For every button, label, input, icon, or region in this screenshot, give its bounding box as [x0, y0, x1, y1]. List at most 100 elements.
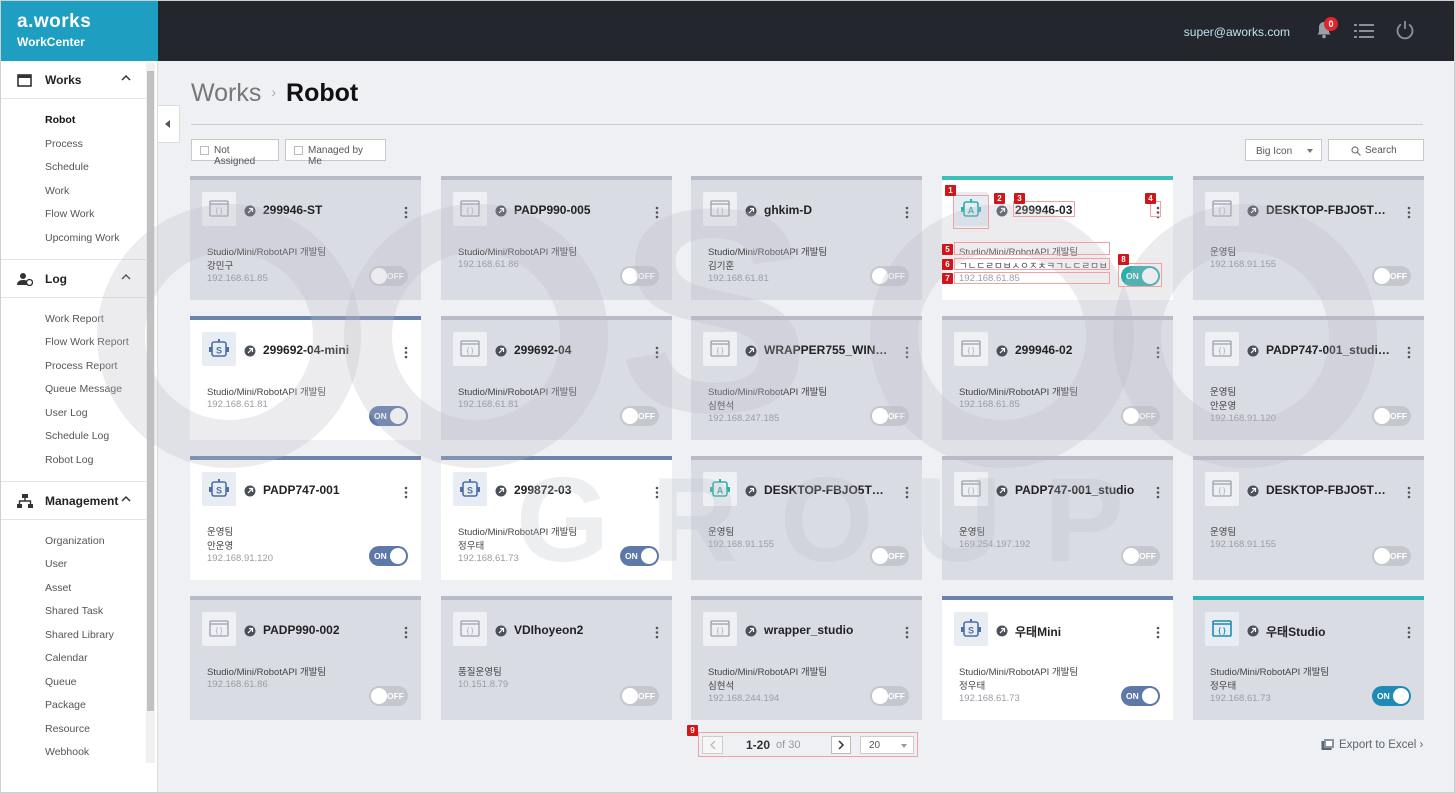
- sidebar-item-flow-work[interactable]: Flow Work: [45, 208, 94, 220]
- robot-card[interactable]: { } PADP747-001_studio2 운영팀 안운영 192.168.91.1…: [1193, 316, 1424, 440]
- sidebar-item-shared-library[interactable]: Shared Library: [45, 629, 114, 641]
- robot-power-toggle[interactable]: OFF: [870, 686, 909, 706]
- sidebar-item-flow-work-report[interactable]: Flow Work Report: [45, 336, 129, 348]
- sidebar-item-queue-message[interactable]: Queue Message: [45, 383, 122, 395]
- more-menu-icon[interactable]: [655, 206, 659, 219]
- robot-card[interactable]: A DESKTOP-FBJO5T9_... 운영팀 192.168.91.155 OFF: [691, 456, 922, 580]
- robot-power-toggle[interactable]: ON: [1121, 686, 1160, 706]
- robot-name[interactable]: 299692-04: [514, 343, 639, 357]
- sidebar-section-management[interactable]: Management: [1, 482, 146, 520]
- robot-name[interactable]: WRAPPER755_WIN1...: [764, 343, 889, 357]
- next-page-button[interactable]: [831, 736, 851, 754]
- robot-name[interactable]: DESKTOP-FBJO5T9s...: [1266, 203, 1391, 217]
- more-menu-icon[interactable]: [404, 486, 408, 499]
- robot-card[interactable]: { } DESKTOP-FBJO5T9s... 운영팀 192.168.91.155 O…: [1193, 456, 1424, 580]
- robot-power-toggle[interactable]: OFF: [870, 266, 909, 286]
- robot-card[interactable]: { } WRAPPER755_WIN1... Studio/Mini/RobotAP…: [691, 316, 922, 440]
- prev-page-button[interactable]: [702, 736, 723, 754]
- robot-card[interactable]: { } wrapper_studio Studio/Mini/RobotAPI 개발…: [691, 596, 922, 720]
- robot-power-toggle[interactable]: OFF: [1372, 546, 1411, 566]
- robot-name[interactable]: 우태Mini: [1015, 623, 1140, 640]
- sidebar-item-work-report[interactable]: Work Report: [45, 313, 104, 325]
- robot-card[interactable]: { } PADP990-005 Studio/Mini/RobotAPI 개발팀 19…: [441, 176, 672, 300]
- page-size-select[interactable]: 20: [860, 736, 914, 754]
- more-menu-icon[interactable]: [1407, 626, 1411, 639]
- more-menu-icon[interactable]: [1407, 486, 1411, 499]
- robot-card[interactable]: { } 299946-ST Studio/Mini/RobotAPI 개발팀 강민구 1…: [190, 176, 421, 300]
- sidebar-section-works[interactable]: Works: [1, 61, 146, 99]
- sidebar-item-robot-log[interactable]: Robot Log: [45, 454, 93, 466]
- more-menu-icon[interactable]: [905, 346, 909, 359]
- robot-name[interactable]: PADP747-001_studio2: [1266, 343, 1391, 357]
- search-button[interactable]: Search: [1328, 139, 1424, 161]
- robot-power-toggle[interactable]: OFF: [1372, 406, 1411, 426]
- more-menu-icon[interactable]: [1156, 626, 1160, 639]
- robot-name[interactable]: DESKTOP-FBJO5T9_...: [764, 483, 889, 497]
- robot-name[interactable]: DESKTOP-FBJO5T9s...: [1266, 483, 1391, 497]
- robot-name[interactable]: ghkim-D: [764, 203, 889, 217]
- managed-by-me-filter[interactable]: Managed by Me: [285, 139, 386, 167]
- sidebar-item-schedule-log[interactable]: Schedule Log: [45, 430, 109, 442]
- robot-name[interactable]: 299946-ST: [263, 203, 388, 217]
- robot-power-toggle[interactable]: OFF: [620, 266, 659, 286]
- robot-card[interactable]: S 우태Mini Studio/Mini/RobotAPI 개발팀 정우태 192.16…: [942, 596, 1173, 720]
- sidebar-item-shared-task[interactable]: Shared Task: [45, 605, 103, 617]
- robot-power-toggle[interactable]: OFF: [1121, 406, 1160, 426]
- more-menu-icon[interactable]: [1407, 346, 1411, 359]
- chevron-up-icon[interactable]: [121, 73, 131, 83]
- robot-card[interactable]: S 299872-03 Studio/Mini/RobotAPI 개발팀 정우태 192…: [441, 456, 672, 580]
- sidebar-item-schedule[interactable]: Schedule: [45, 161, 89, 173]
- more-menu-icon[interactable]: [404, 626, 408, 639]
- more-menu-icon[interactable]: [905, 206, 909, 219]
- user-email[interactable]: super@aworks.com: [1184, 25, 1290, 39]
- more-menu-icon[interactable]: [655, 486, 659, 499]
- robot-card[interactable]: S 299692-04-mini Studio/Mini/RobotAPI 개발팀 1…: [190, 316, 421, 440]
- chevron-up-icon[interactable]: [121, 272, 131, 282]
- robot-power-toggle[interactable]: ON: [369, 406, 408, 426]
- sidebar-item-asset[interactable]: Asset: [45, 582, 71, 594]
- robot-power-toggle[interactable]: ON: [620, 546, 659, 566]
- robot-name[interactable]: 299872-03: [514, 483, 639, 497]
- robot-name[interactable]: wrapper_studio: [764, 623, 889, 637]
- sidebar-item-upcoming-work[interactable]: Upcoming Work: [45, 232, 120, 244]
- robot-power-toggle[interactable]: OFF: [369, 686, 408, 706]
- view-mode-select[interactable]: Big Icon: [1245, 139, 1322, 161]
- sidebar-item-process-report[interactable]: Process Report: [45, 360, 117, 372]
- list-menu-icon[interactable]: [1354, 23, 1374, 39]
- robot-name[interactable]: VDIhoyeon2: [514, 623, 639, 637]
- robot-power-toggle[interactable]: OFF: [620, 406, 659, 426]
- robot-name[interactable]: PADP747-001: [263, 483, 388, 497]
- sidebar-item-process[interactable]: Process: [45, 138, 83, 150]
- robot-card[interactable]: { } PADP747-001_studio 운영팀 169.254.197.192 O…: [942, 456, 1173, 580]
- sidebar-scrollbar[interactable]: [146, 63, 155, 763]
- sidebar-item-user-log[interactable]: User Log: [45, 407, 88, 419]
- robot-card[interactable]: { } 299692-04 Studio/Mini/RobotAPI 개발팀 192.…: [441, 316, 672, 440]
- more-menu-icon[interactable]: [404, 346, 408, 359]
- more-menu-icon[interactable]: [655, 626, 659, 639]
- sidebar-item-queue[interactable]: Queue: [45, 676, 77, 688]
- robot-card[interactable]: S PADP747-001 운영팀 안운영 192.168.91.120 ON: [190, 456, 421, 580]
- robot-power-toggle[interactable]: OFF: [620, 686, 659, 706]
- robot-power-toggle[interactable]: OFF: [870, 546, 909, 566]
- sidebar-item-resource[interactable]: Resource: [45, 723, 90, 735]
- not-assigned-filter[interactable]: Not Assigned: [191, 139, 279, 167]
- sidebar-item-calendar[interactable]: Calendar: [45, 652, 88, 664]
- robot-name[interactable]: PADP990-002: [263, 623, 388, 637]
- more-menu-icon[interactable]: [1156, 346, 1160, 359]
- breadcrumb-parent[interactable]: Works: [191, 79, 261, 107]
- brand-logo[interactable]: a.works WorkCenter: [1, 1, 158, 61]
- power-icon[interactable]: [1395, 20, 1415, 40]
- robot-card[interactable]: { } DESKTOP-FBJO5T9s... 운영팀 192.168.91.155 O…: [1193, 176, 1424, 300]
- chevron-up-icon[interactable]: [121, 494, 131, 504]
- robot-card[interactable]: { } VDIhoyeon2 품질운영팀 10.151.8.79 OFF: [441, 596, 672, 720]
- sidebar-item-work[interactable]: Work: [45, 185, 69, 197]
- robot-power-toggle[interactable]: ON: [369, 546, 408, 566]
- more-menu-icon[interactable]: [404, 206, 408, 219]
- more-menu-icon[interactable]: [1156, 486, 1160, 499]
- sidebar-section-log[interactable]: Log: [1, 260, 146, 298]
- robot-card[interactable]: { } PADP990-002 Studio/Mini/RobotAPI 개발팀 19…: [190, 596, 421, 720]
- sidebar-item-webhook[interactable]: Webhook: [45, 746, 89, 758]
- robot-name[interactable]: PADP747-001_studio: [1015, 483, 1140, 497]
- robot-card[interactable]: { } 299946-02 Studio/Mini/RobotAPI 개발팀 192.…: [942, 316, 1173, 440]
- more-menu-icon[interactable]: [1407, 206, 1411, 219]
